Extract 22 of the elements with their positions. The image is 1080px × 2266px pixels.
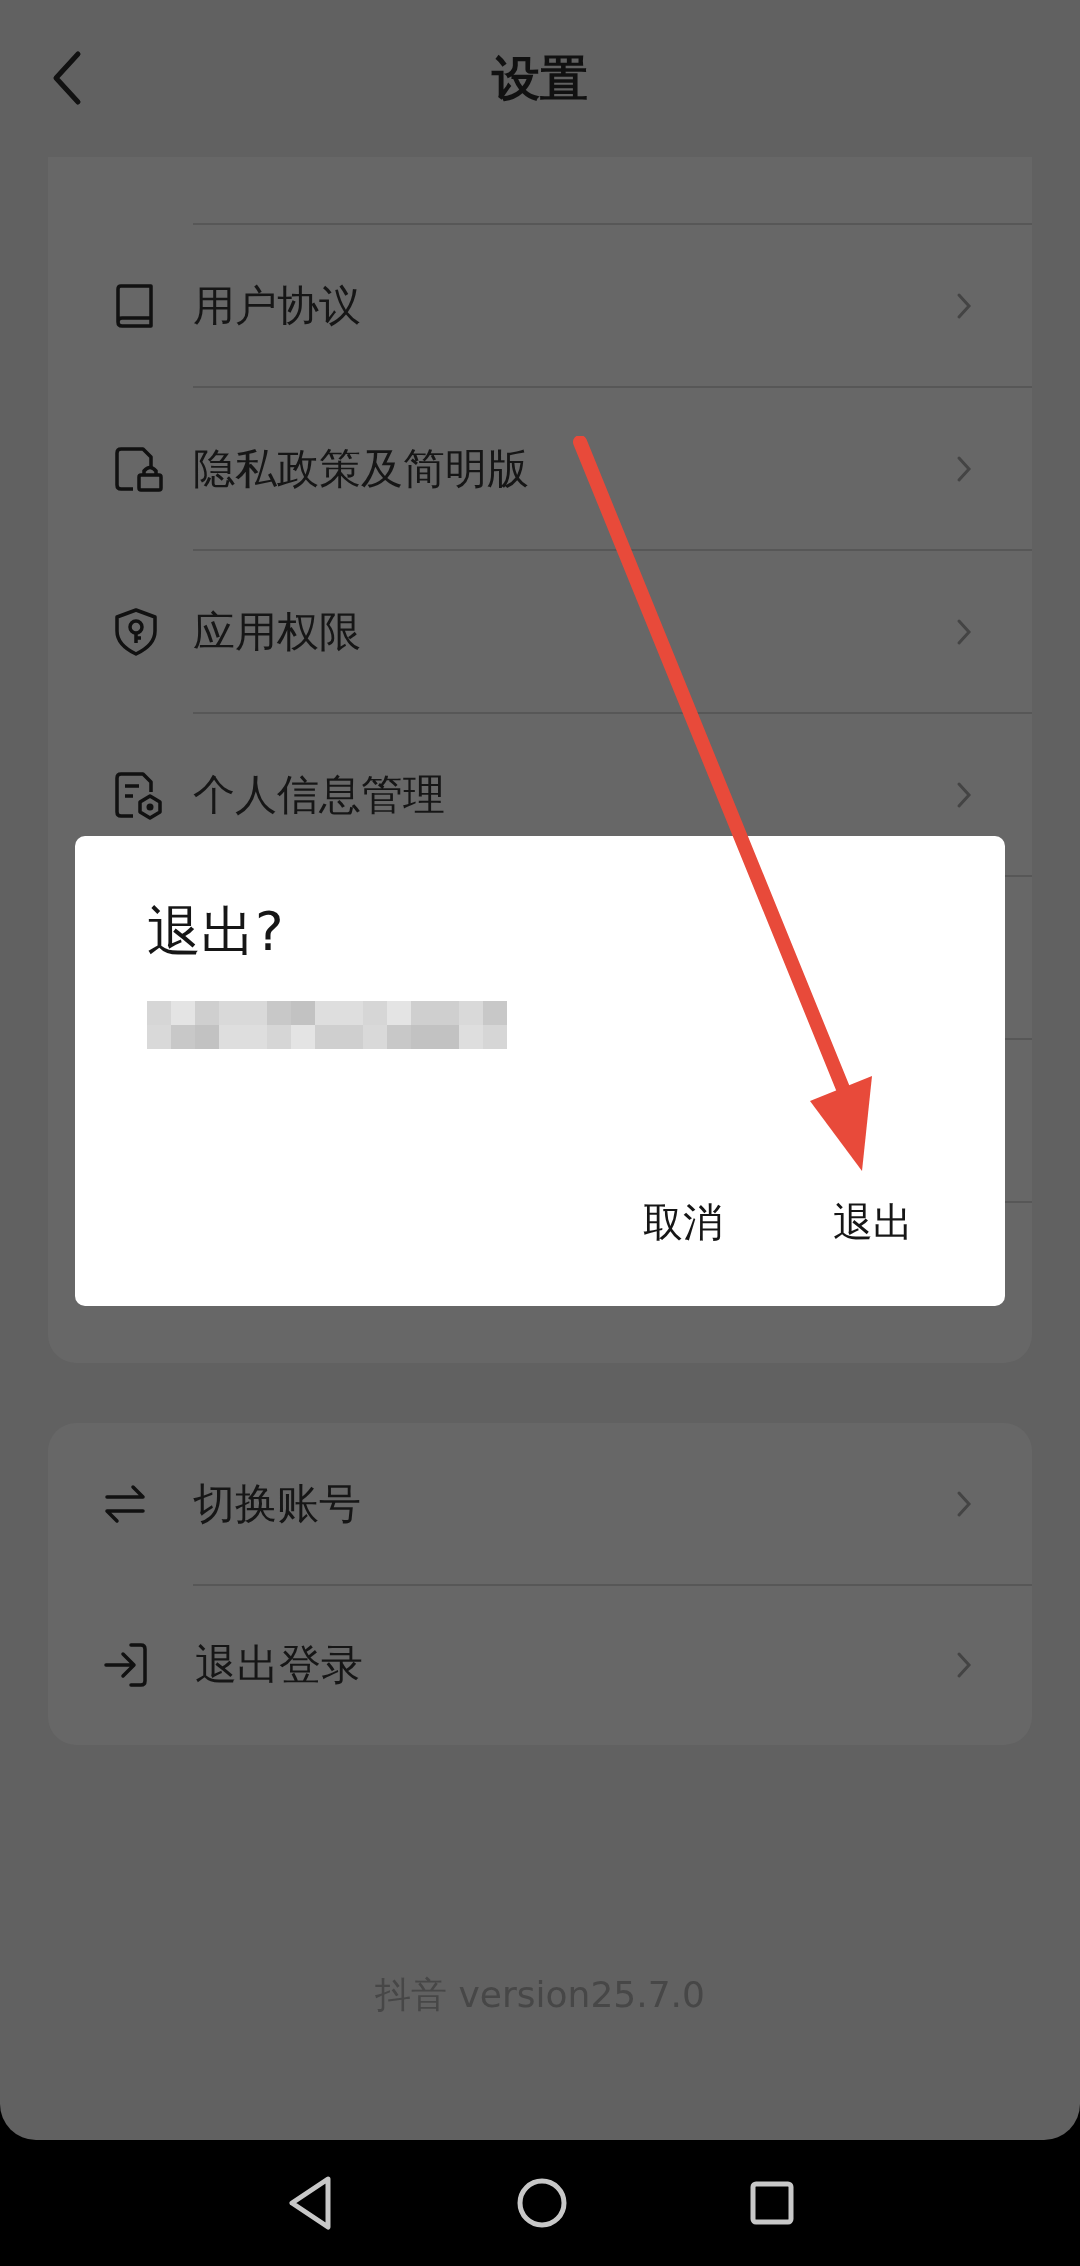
chevron-icon	[956, 1650, 972, 1679]
dialog-button[interactable]: 退出	[833, 1195, 913, 1250]
settings-item[interactable]: 退出登录	[48, 1584, 1032, 1745]
shield-icon	[113, 606, 159, 657]
chevron-icon	[956, 291, 972, 320]
recents-icon[interactable]	[750, 2181, 794, 2225]
home-icon[interactable]	[517, 2178, 567, 2228]
settings-item[interactable]: 应用权限	[193, 551, 1032, 714]
settings-item[interactable]: 隐私政策及简明版	[193, 388, 1032, 551]
chevron-icon	[956, 617, 972, 646]
page-title: 设置	[492, 48, 588, 108]
back-icon[interactable]	[286, 2175, 334, 2231]
chevron-icon	[956, 780, 972, 809]
chevron-icon	[956, 454, 972, 483]
sign-in-arrow-icon	[103, 1640, 149, 1689]
gear-document-icon	[113, 769, 165, 820]
dialog-title: 退出?	[147, 899, 285, 965]
chevron-icon	[956, 1489, 972, 1518]
settings-item[interactable]: 切换账号	[48, 1423, 1032, 1584]
lock-document-icon	[113, 444, 165, 493]
dialog-button[interactable]: 取消	[643, 1195, 723, 1250]
settings-item[interactable]: 用户协议	[193, 225, 1032, 388]
